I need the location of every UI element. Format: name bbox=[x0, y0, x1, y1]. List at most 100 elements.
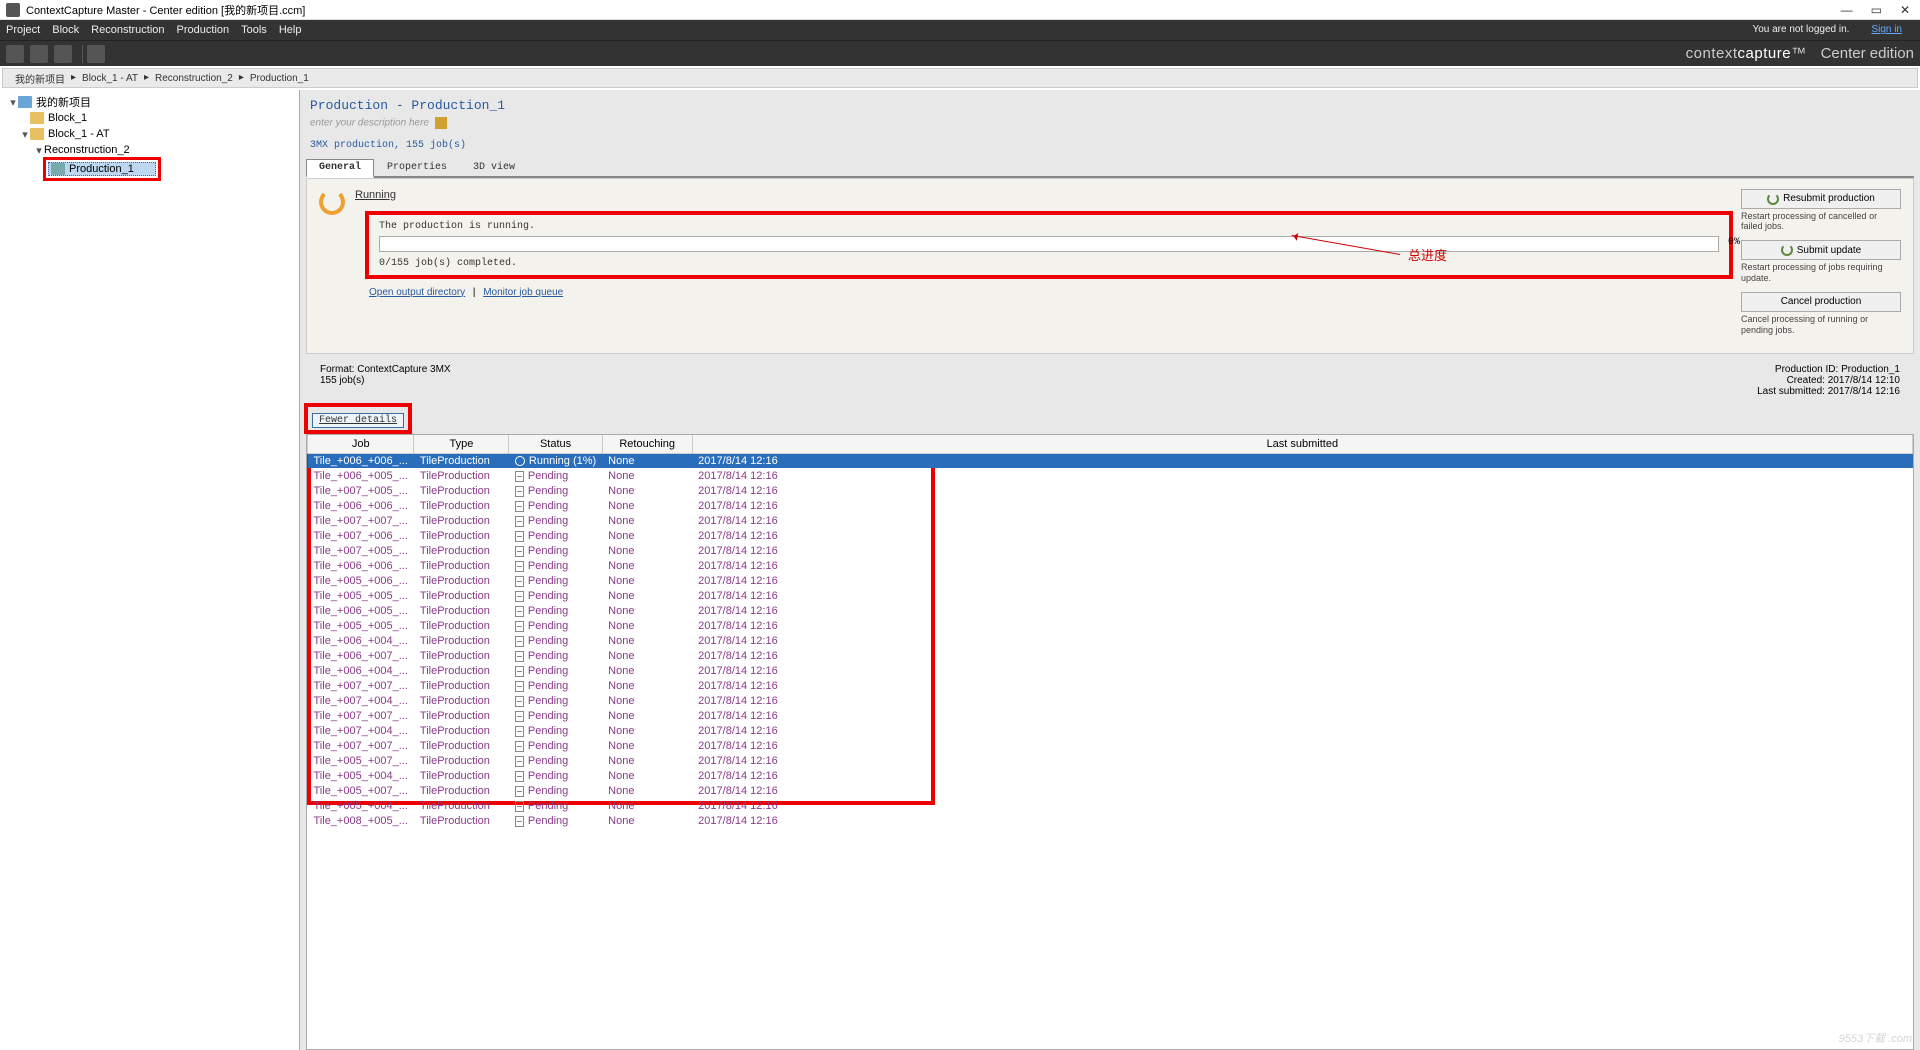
breadcrumb-item[interactable]: 我的新项目 bbox=[15, 71, 65, 86]
menu-bar: Project Block Reconstruction Production … bbox=[0, 20, 1920, 40]
tab-properties[interactable]: Properties bbox=[374, 159, 460, 176]
tab-3dview[interactable]: 3D view bbox=[460, 159, 528, 176]
col-last-submitted[interactable]: Last submitted bbox=[692, 435, 1912, 453]
status-message: The production is running. bbox=[379, 221, 1719, 232]
edit-icon[interactable] bbox=[435, 117, 447, 129]
table-row[interactable]: Tile_+005_+005_...TileProductionPendingN… bbox=[308, 588, 1913, 603]
cancel-production-button[interactable]: Cancel production bbox=[1741, 292, 1901, 312]
annotation-box: Production_1 bbox=[46, 160, 158, 178]
menu-project[interactable]: Project bbox=[6, 24, 40, 36]
table-row[interactable]: Tile_+007_+006_...TileProductionPendingN… bbox=[308, 528, 1913, 543]
production-icon bbox=[51, 163, 65, 175]
app-icon bbox=[6, 3, 20, 17]
resubmit-button[interactable]: Resubmit production bbox=[1741, 189, 1901, 209]
breadcrumb-item[interactable]: Production_1 bbox=[250, 73, 309, 84]
description-field[interactable]: enter your description here bbox=[310, 117, 1914, 130]
resubmit-desc: Restart processing of cancelled or faile… bbox=[1741, 211, 1901, 233]
table-row[interactable]: Tile_+007_+004_...TileProductionPendingN… bbox=[308, 693, 1913, 708]
format-label: Format: ContextCapture 3MX bbox=[320, 364, 451, 375]
tree-reconstruction[interactable]: ▾Reconstruction_2 bbox=[6, 142, 293, 158]
refresh-icon bbox=[1767, 193, 1779, 205]
tree-block-at[interactable]: ▾Block_1 - AT bbox=[6, 126, 293, 142]
table-row[interactable]: Tile_+005_+004_...TileProductionPendingN… bbox=[308, 768, 1913, 783]
table-row[interactable]: Tile_+005_+007_...TileProductionPendingN… bbox=[308, 753, 1913, 768]
menu-reconstruction[interactable]: Reconstruction bbox=[91, 24, 164, 36]
title-bar: ContextCapture Master - Center edition [… bbox=[0, 0, 1920, 20]
watermark: 9553下载 .com bbox=[1839, 1030, 1912, 1046]
maximize-button[interactable]: ▭ bbox=[1871, 3, 1882, 17]
folder-icon bbox=[30, 112, 44, 124]
monitor-queue-link[interactable]: Monitor job queue bbox=[483, 287, 563, 298]
progress-bar: 0% bbox=[379, 236, 1719, 252]
menu-help[interactable]: Help bbox=[279, 24, 302, 36]
col-job[interactable]: Job bbox=[308, 435, 414, 453]
production-subtitle: 3MX production, 155 job(s) bbox=[310, 140, 1914, 151]
action-sidebar: Resubmit production Restart processing o… bbox=[1741, 189, 1901, 344]
last-submitted: Last submitted: 2017/8/14 12:16 bbox=[1757, 386, 1900, 397]
table-row[interactable]: Tile_+007_+004_...TileProductionPendingN… bbox=[308, 723, 1913, 738]
brand-label: contextcapture™ bbox=[1686, 45, 1807, 62]
col-status[interactable]: Status bbox=[509, 435, 602, 453]
table-row[interactable]: Tile_+005_+007_...TileProductionPendingN… bbox=[308, 783, 1913, 798]
page-title: Production - Production_1 bbox=[310, 98, 1914, 113]
submit-update-button[interactable]: Submit update bbox=[1741, 240, 1901, 260]
table-row[interactable]: Tile_+005_+006_...TileProductionPendingN… bbox=[308, 573, 1913, 588]
tree-production[interactable]: Production_1 bbox=[48, 162, 156, 176]
table-row[interactable]: Tile_+006_+007_...TileProductionPendingN… bbox=[308, 648, 1913, 663]
meta-info: Format: ContextCapture 3MX 155 job(s) Pr… bbox=[320, 364, 1900, 397]
table-row[interactable]: Tile_+006_+004_...TileProductionPendingN… bbox=[308, 663, 1913, 678]
table-row[interactable]: Tile_+007_+007_...TileProductionPendingN… bbox=[308, 678, 1913, 693]
table-row[interactable]: Tile_+006_+005_...TileProductionPendingN… bbox=[308, 603, 1913, 618]
created-time: Created: 2017/8/14 12:10 bbox=[1757, 375, 1900, 386]
fewer-details-button[interactable]: Fewer details bbox=[312, 413, 404, 428]
table-row[interactable]: Tile_+006_+005_...TileProductionPendingN… bbox=[308, 468, 1913, 483]
minimize-button[interactable]: — bbox=[1841, 3, 1853, 17]
table-row[interactable]: Tile_+006_+006_...TileProductionRunning … bbox=[308, 453, 1913, 468]
open-output-link[interactable]: Open output directory bbox=[369, 287, 465, 298]
table-row[interactable]: Tile_+008_+005_...TileProductionPendingN… bbox=[308, 813, 1913, 828]
col-retouching[interactable]: Retouching bbox=[602, 435, 692, 453]
spinner-icon bbox=[319, 189, 345, 215]
breadcrumb-item[interactable]: Block_1 - AT bbox=[82, 73, 138, 84]
status-label: Running bbox=[355, 189, 396, 201]
table-row[interactable]: Tile_+005_+004_...TileProductionPendingN… bbox=[308, 798, 1913, 813]
login-status: You are not logged in. Sign in bbox=[1752, 24, 1902, 36]
toolbar-open-icon[interactable] bbox=[30, 45, 48, 63]
tree-root[interactable]: ▾我的新项目 bbox=[6, 94, 293, 110]
col-type[interactable]: Type bbox=[414, 435, 509, 453]
toolbar-new-icon[interactable] bbox=[6, 45, 24, 63]
breadcrumb-item[interactable]: Reconstruction_2 bbox=[155, 73, 233, 84]
menu-production[interactable]: Production bbox=[177, 24, 230, 36]
content-panel: Production - Production_1 enter your des… bbox=[300, 90, 1920, 1050]
update-desc: Restart processing of jobs requiring upd… bbox=[1741, 262, 1901, 284]
sign-in-link[interactable]: Sign in bbox=[1871, 24, 1902, 35]
tabs: General Properties 3D view bbox=[306, 159, 1914, 178]
jobs-table: Job Type Status Retouching Last submitte… bbox=[307, 435, 1913, 828]
table-row[interactable]: Tile_+006_+004_...TileProductionPendingN… bbox=[308, 633, 1913, 648]
tree-block[interactable]: Block_1 bbox=[6, 110, 293, 126]
production-id: Production ID: Production_1 bbox=[1757, 364, 1900, 375]
jobs-count: 155 job(s) bbox=[320, 375, 451, 386]
jobs-table-wrap: Job Type Status Retouching Last submitte… bbox=[306, 434, 1914, 1050]
progress-percent: 0% bbox=[1728, 237, 1740, 248]
jobs-completed: 0/155 job(s) completed. bbox=[379, 258, 1719, 269]
table-row[interactable]: Tile_+007_+007_...TileProductionPendingN… bbox=[308, 738, 1913, 753]
menu-tools[interactable]: Tools bbox=[241, 24, 267, 36]
toolbar-action-icon[interactable] bbox=[87, 45, 105, 63]
tab-general[interactable]: General bbox=[306, 159, 374, 178]
table-scroll[interactable]: Job Type Status Retouching Last submitte… bbox=[307, 435, 1913, 1049]
table-row[interactable]: Tile_+005_+005_...TileProductionPendingN… bbox=[308, 618, 1913, 633]
table-row[interactable]: Tile_+007_+007_...TileProductionPendingN… bbox=[308, 513, 1913, 528]
project-tree[interactable]: ▾我的新项目 Block_1 ▾Block_1 - AT ▾Reconstruc… bbox=[0, 90, 300, 1050]
table-row[interactable]: Tile_+007_+007_...TileProductionPendingN… bbox=[308, 708, 1913, 723]
table-row[interactable]: Tile_+007_+005_...TileProductionPendingN… bbox=[308, 543, 1913, 558]
table-row[interactable]: Tile_+007_+005_...TileProductionPendingN… bbox=[308, 483, 1913, 498]
table-row[interactable]: Tile_+006_+006_...TileProductionPendingN… bbox=[308, 498, 1913, 513]
menu-block[interactable]: Block bbox=[52, 24, 79, 36]
breadcrumb: 我的新项目 ▸ Block_1 - AT ▸ Reconstruction_2 … bbox=[2, 68, 1918, 88]
close-button[interactable]: ✕ bbox=[1900, 3, 1910, 17]
toolbar-save-icon[interactable] bbox=[54, 45, 72, 63]
status-panel: Running The production is running. 0% 0/… bbox=[306, 178, 1914, 355]
table-row[interactable]: Tile_+006_+006_...TileProductionPendingN… bbox=[308, 558, 1913, 573]
toolbar-separator bbox=[82, 45, 83, 63]
